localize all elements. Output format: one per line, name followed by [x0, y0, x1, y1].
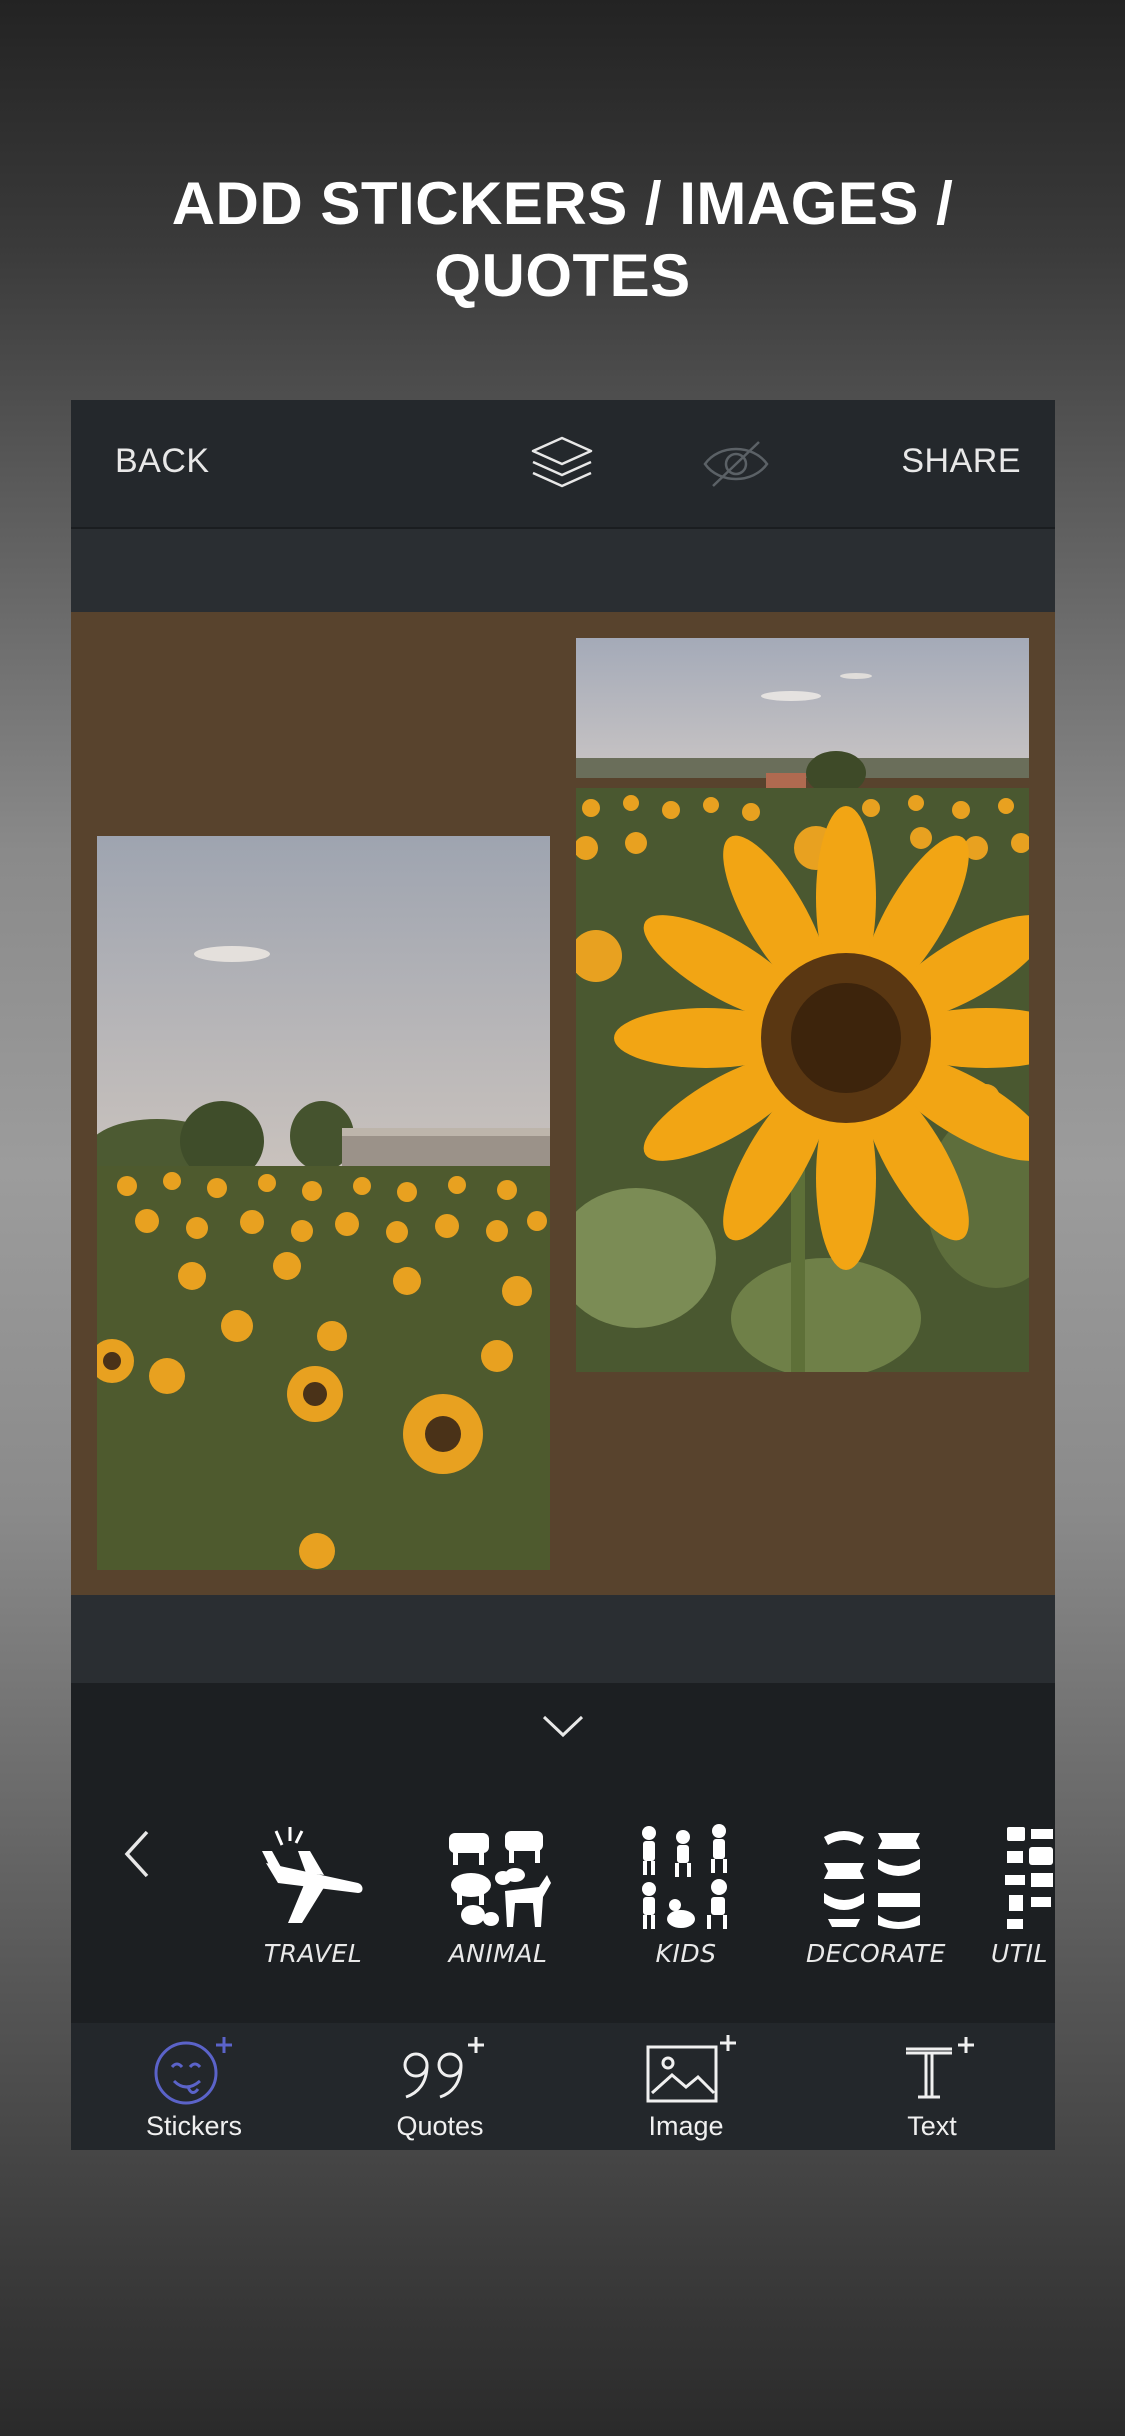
tab-label: Image: [648, 2111, 724, 2141]
category-label: UTIL: [991, 1939, 1048, 1968]
sunflower-closeup-photo[interactable]: [576, 638, 1029, 1372]
category-label: ANIMAL: [448, 1939, 548, 1968]
headline-line-2: QUOTES: [434, 242, 691, 309]
animals-icon: [449, 1831, 551, 1927]
bottom-tab-bar: Stickers Quotes Image Text: [71, 2023, 1055, 2150]
category-animal[interactable]: ANIMAL: [433, 1823, 563, 1968]
layers-icon[interactable]: [529, 432, 595, 494]
tab-stickers[interactable]: Stickers: [94, 2031, 294, 2142]
tab-label: Stickers: [145, 2111, 243, 2141]
sticker-tray: TRAVEL ANIMAL KIDS DECORATE UTIL: [71, 1683, 1055, 2023]
kids-icon: [642, 1824, 727, 1929]
image-icon: [646, 2035, 736, 2103]
tab-label: Text: [907, 2111, 957, 2141]
quote-marks-icon: [403, 2037, 484, 2099]
airplane-icon: [262, 1827, 363, 1923]
headline: ADD STICKERS / IMAGES / QUOTES: [0, 168, 1125, 312]
secondary-bar: [71, 529, 1055, 612]
app-screen: BACK SHARE TRAVEL ANIMAL KIDS DECORATE U…: [71, 400, 1055, 2150]
tab-quotes[interactable]: Quotes: [340, 2031, 540, 2142]
headline-line-1: ADD STICKERS / IMAGES /: [171, 170, 954, 237]
category-label: KIDS: [655, 1939, 717, 1968]
eye-hidden-icon[interactable]: [701, 436, 771, 492]
banners-icon: [824, 1831, 920, 1929]
tab-text[interactable]: Text: [832, 2031, 1032, 2142]
sunflower-field-photo[interactable]: [97, 836, 550, 1570]
category-label: TRAVEL: [263, 1939, 363, 1968]
category-util[interactable]: UTIL: [991, 1823, 1055, 1968]
category-decorate[interactable]: DECORATE: [806, 1823, 946, 1968]
text-icon: [906, 2037, 974, 2099]
top-toolbar: BACK SHARE: [71, 400, 1055, 529]
category-kids[interactable]: KIDS: [621, 1823, 751, 1968]
utility-icon: [1005, 1827, 1053, 1929]
tab-image[interactable]: Image: [586, 2031, 786, 2142]
category-label: DECORATE: [806, 1939, 946, 1968]
collage-canvas[interactable]: [71, 612, 1055, 1595]
back-button[interactable]: BACK: [115, 442, 210, 481]
share-button[interactable]: SHARE: [901, 442, 1021, 481]
category-travel[interactable]: TRAVEL: [248, 1823, 378, 1968]
canvas-footer-bar: [71, 1595, 1055, 1683]
chevron-left-icon[interactable]: [121, 1828, 153, 1880]
sticker-face-icon: [154, 2037, 232, 2105]
chevron-down-icon[interactable]: [540, 1711, 586, 1741]
tab-label: Quotes: [396, 2111, 484, 2141]
